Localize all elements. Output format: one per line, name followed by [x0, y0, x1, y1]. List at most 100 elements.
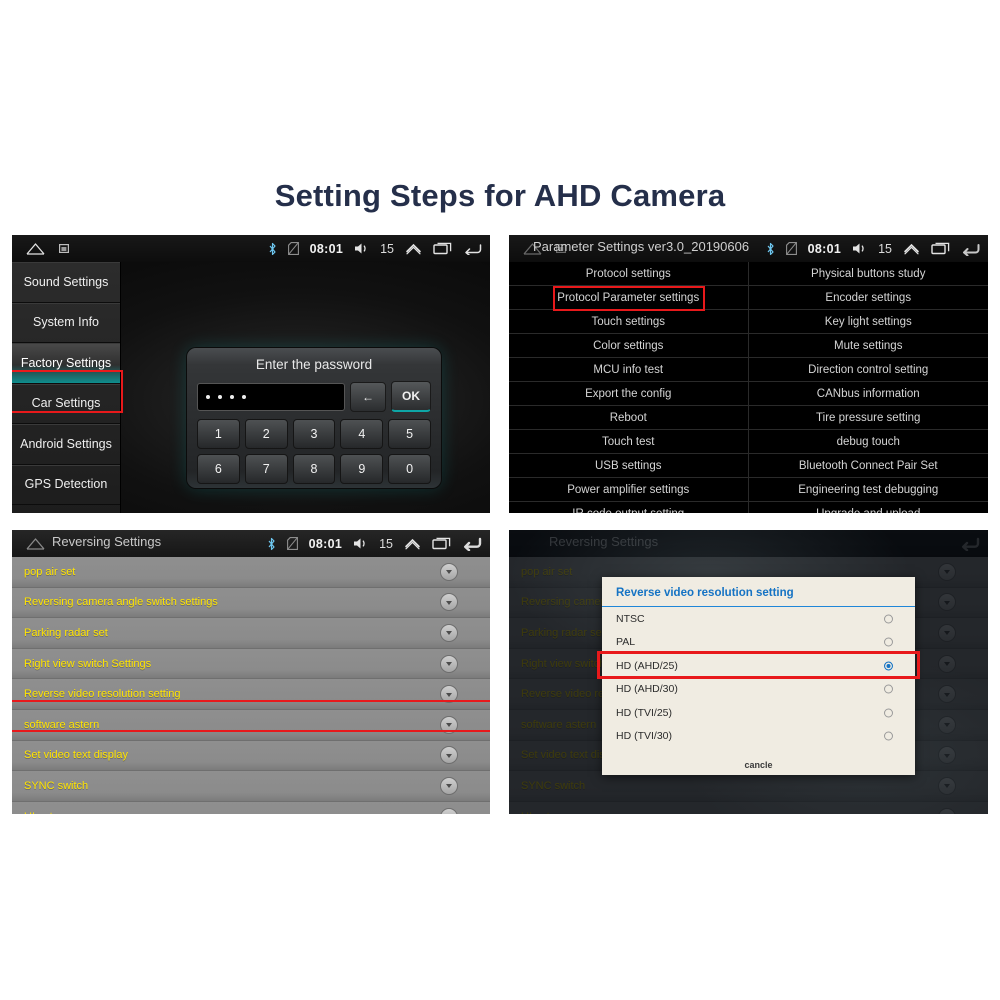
option-hd-tvi-30[interactable]: HD (TVI/30)	[602, 725, 915, 749]
key-3[interactable]: 3	[292, 419, 336, 449]
param-cell[interactable]: IR code output setting	[509, 502, 749, 513]
key-1[interactable]: 1	[197, 419, 240, 449]
chevron-up-icon[interactable]	[903, 242, 920, 255]
panel-reversing-settings: Reversing Settings 08:01 15 pop air set …	[12, 530, 490, 814]
recents-icon[interactable]	[931, 242, 950, 255]
option-label: PAL	[616, 636, 636, 649]
chevron-down-icon[interactable]	[440, 776, 458, 795]
list-item[interactable]: pop air set	[12, 557, 490, 588]
radio-icon[interactable]	[884, 708, 893, 718]
param-cell[interactable]: Tire pressure setting	[748, 406, 988, 430]
chevron-down-icon[interactable]	[440, 807, 458, 814]
statusbar-time: 08:01	[807, 241, 842, 256]
param-cell[interactable]: Touch settings	[509, 310, 749, 334]
key-8[interactable]: 8	[292, 454, 336, 484]
android-status-bar: Reversing Settings 08:01 15	[12, 530, 490, 557]
option-hd-tvi-25[interactable]: HD (TVI/25)	[602, 701, 915, 725]
panel-reverse-video-resolution-dialog: Reversing Settings pop air set Reversing…	[509, 530, 988, 814]
statusbar-volume-level: 15	[379, 536, 393, 551]
sidebar-item-android-settings[interactable]: Android Settings	[12, 424, 120, 465]
android-status-bar: Parameter Settings ver3.0_20190606 08:01…	[509, 235, 988, 262]
param-cell[interactable]: Protocol settings	[509, 262, 749, 286]
chevron-down-icon[interactable]	[440, 562, 458, 581]
back-icon[interactable]	[463, 242, 482, 255]
sidebar-item-system-info[interactable]: System Info	[12, 303, 120, 343]
list-item-label: UI set	[12, 811, 53, 814]
cancel-button[interactable]: cancle	[602, 748, 915, 770]
param-cell[interactable]: Engineering test debugging	[748, 478, 988, 502]
list-item[interactable]: Reversing camera angle switch settings	[12, 587, 490, 619]
param-cell[interactable]: Direction control setting	[748, 358, 988, 382]
statusbar-time: 08:01	[308, 536, 343, 551]
volume-icon[interactable]	[354, 242, 369, 255]
param-cell[interactable]: Upgrade and upload	[748, 502, 988, 513]
parameter-settings-grid: Protocol settings Physical buttons study…	[509, 262, 988, 513]
key-5[interactable]: 5	[388, 419, 431, 449]
chevron-up-icon[interactable]	[405, 242, 422, 255]
param-cell[interactable]: Color settings	[509, 334, 749, 358]
ok-button[interactable]: OK	[391, 381, 431, 412]
option-label: NTSC	[616, 612, 645, 625]
key-0[interactable]: 0	[388, 454, 431, 484]
chevron-down-icon[interactable]	[440, 746, 458, 765]
list-item-label: SYNC switch	[24, 779, 89, 792]
statusbar-volume-level: 15	[380, 241, 394, 256]
volume-icon[interactable]	[852, 242, 867, 255]
recents-square-icon[interactable]	[59, 244, 69, 253]
sidebar-item-gps-detection[interactable]: GPS Detection	[12, 465, 120, 505]
recents-icon[interactable]	[433, 242, 452, 255]
param-cell[interactable]: CANbus information	[748, 382, 988, 406]
param-cell[interactable]: Bluetooth Connect Pair Set	[748, 454, 988, 478]
param-cell[interactable]: debug touch	[748, 430, 988, 454]
password-input[interactable]	[197, 382, 345, 411]
key-6[interactable]: 6	[197, 454, 240, 484]
param-cell[interactable]: Reboot	[509, 406, 749, 430]
chevron-up-icon[interactable]	[404, 537, 421, 550]
list-item[interactable]: Set video text display	[12, 740, 490, 772]
sd-card-icon	[286, 537, 298, 550]
key-4[interactable]: 4	[340, 419, 384, 449]
recents-icon[interactable]	[432, 537, 451, 550]
radio-icon[interactable]	[884, 614, 893, 624]
bluetooth-icon	[766, 242, 775, 256]
radio-icon[interactable]	[884, 731, 893, 741]
list-item-label: pop air set	[24, 565, 76, 578]
password-dialog: Enter the password ← OK 1 2 3 4 5 6 7 8 …	[187, 348, 441, 488]
param-cell[interactable]: Power amplifier settings	[509, 478, 749, 502]
key-9[interactable]: 9	[340, 454, 384, 484]
key-7[interactable]: 7	[244, 454, 288, 484]
chevron-down-icon[interactable]	[440, 623, 458, 642]
param-cell[interactable]: Physical buttons study	[748, 262, 988, 286]
option-hd-ahd-30[interactable]: HD (AHD/30)	[602, 678, 915, 702]
list-item[interactable]: Parking radar set	[12, 618, 490, 649]
password-dot	[230, 394, 234, 399]
list-item[interactable]: Right view switch Settings	[12, 648, 490, 680]
list-item[interactable]: SYNC switch	[12, 771, 490, 802]
list-item-label: Set video text display	[24, 749, 128, 762]
chevron-down-icon[interactable]	[440, 593, 458, 612]
radio-icon[interactable]	[884, 684, 893, 694]
param-cell[interactable]: Export the config	[509, 382, 749, 406]
option-label: HD (TVI/25)	[616, 706, 673, 719]
backspace-button[interactable]: ←	[350, 381, 386, 412]
param-cell[interactable]: Encoder settings	[748, 286, 988, 310]
radio-icon[interactable]	[884, 637, 893, 647]
volume-icon[interactable]	[353, 537, 368, 550]
sidebar-item-sound-settings[interactable]: Sound Settings	[12, 262, 120, 303]
back-icon[interactable]	[462, 536, 482, 551]
param-cell[interactable]: Mute settings	[748, 334, 988, 358]
android-status-bar: 08:01 15	[12, 235, 490, 262]
chevron-down-icon[interactable]	[440, 654, 458, 673]
home-icon[interactable]	[26, 242, 45, 255]
list-item[interactable]: UI set	[12, 801, 490, 814]
option-ntsc[interactable]: NTSC	[602, 607, 915, 631]
highlight-box-factory-settings	[12, 370, 123, 413]
param-cell[interactable]: Touch test	[509, 430, 749, 454]
back-icon[interactable]	[961, 242, 980, 256]
param-cell[interactable]: MCU info test	[509, 358, 749, 382]
param-cell[interactable]: USB settings	[509, 454, 749, 478]
sidebar-item-label: GPS Detection	[24, 477, 108, 492]
sidebar-item-label: Android Settings	[20, 436, 112, 451]
param-cell[interactable]: Key light settings	[748, 310, 988, 334]
key-2[interactable]: 2	[244, 419, 288, 449]
